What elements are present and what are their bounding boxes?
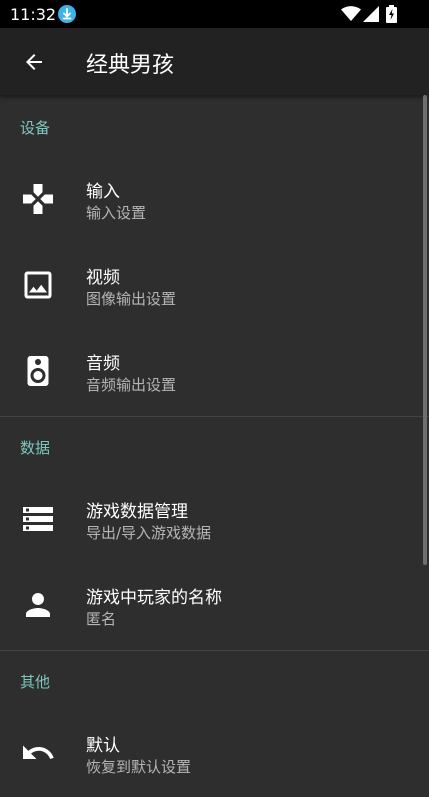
setting-title: 游戏数据管理 xyxy=(86,502,188,522)
status-time: 11:32 xyxy=(10,5,57,24)
scrollbar[interactable] xyxy=(423,95,427,565)
page-title: 经典男孩 xyxy=(86,53,175,78)
signal-icon xyxy=(363,6,379,26)
setting-player-name[interactable]: 游戏中玩家的名称 匿名 xyxy=(0,563,420,649)
setting-audio[interactable]: 音频 音频输出设置 xyxy=(0,329,420,415)
setting-title: 视频 xyxy=(86,268,120,288)
section-header-device: 设备 xyxy=(20,119,51,137)
setting-title: 默认 xyxy=(86,736,120,756)
storage-icon xyxy=(20,501,56,537)
setting-video[interactable]: 视频 图像输出设置 xyxy=(0,243,420,329)
setting-title: 游戏中玩家的名称 xyxy=(86,588,222,608)
arrow-back-icon xyxy=(26,54,42,70)
setting-game-data[interactable]: 游戏数据管理 导出/导入游戏数据 xyxy=(0,477,420,563)
settings-list: 设备 输入 输入设置 视频 图像输出设置 音频 音频输出设置 数据 游戏数据管理… xyxy=(0,95,429,776)
setting-summary: 图像输出设置 xyxy=(86,290,177,308)
setting-default[interactable]: 默认 恢复到默认设置 xyxy=(0,711,420,797)
image-icon xyxy=(20,267,56,303)
setting-summary: 导出/导入游戏数据 xyxy=(86,524,212,542)
download-icon xyxy=(58,5,76,23)
app-bar: 经典男孩 xyxy=(0,28,429,95)
wifi-icon xyxy=(341,6,361,26)
back-button[interactable] xyxy=(14,42,54,82)
setting-title: 输入 xyxy=(86,182,120,202)
section-header-data: 数据 xyxy=(20,439,51,457)
setting-summary: 匿名 xyxy=(86,610,117,628)
divider xyxy=(0,416,429,417)
setting-title: 音频 xyxy=(86,354,120,374)
battery-charging-icon xyxy=(386,5,397,27)
setting-summary: 恢复到默认设置 xyxy=(86,758,192,776)
undo-icon xyxy=(20,735,56,771)
divider xyxy=(0,650,429,651)
speaker-icon xyxy=(20,353,56,389)
status-bar: 11:32 xyxy=(0,0,429,28)
section-header-other: 其他 xyxy=(20,673,51,691)
setting-summary: 音频输出设置 xyxy=(86,376,177,394)
setting-input[interactable]: 输入 输入设置 xyxy=(0,157,420,243)
gamepad-icon xyxy=(20,181,56,217)
setting-summary: 输入设置 xyxy=(86,204,147,222)
person-icon xyxy=(20,587,56,623)
